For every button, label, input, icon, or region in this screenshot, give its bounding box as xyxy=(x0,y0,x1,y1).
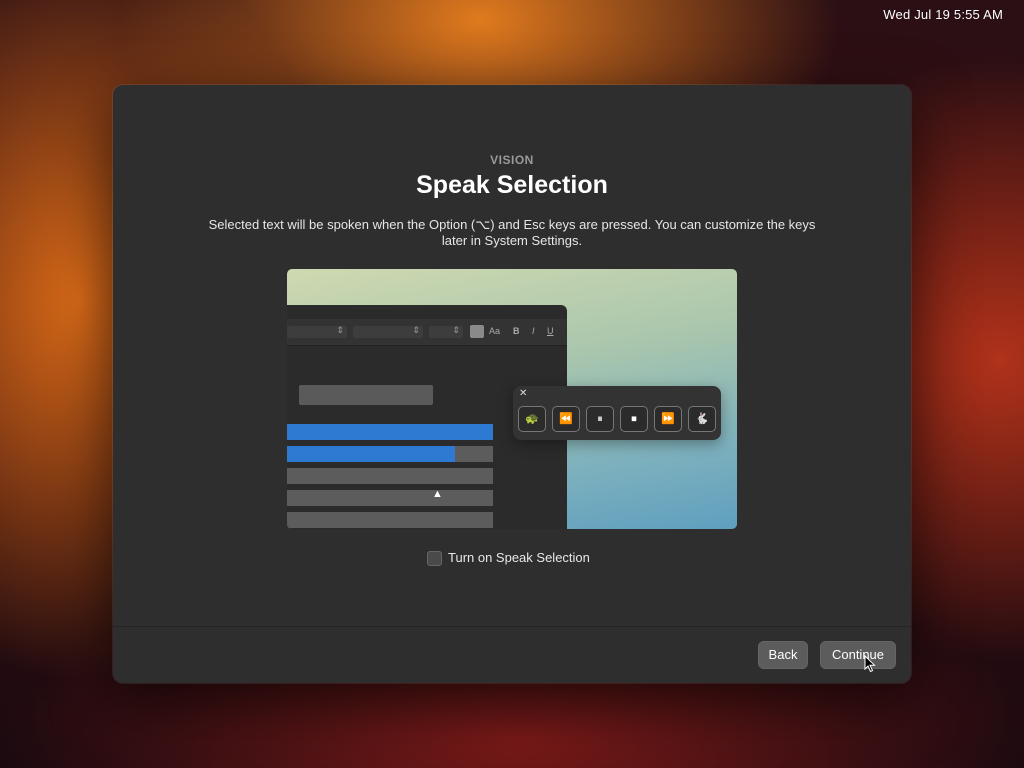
continue-button[interactable]: Continue xyxy=(820,641,896,669)
format-toolbar: ⇕ ⇕ ⇕ Aa B I U xyxy=(287,319,567,346)
stepper-icon: ⇕ xyxy=(336,325,344,335)
rewind-icon: ⏪ xyxy=(552,406,580,432)
font-size-field: ⇕ xyxy=(429,325,463,338)
text-placeholder-block xyxy=(299,385,433,405)
close-icon: ✕ xyxy=(519,388,528,399)
speak-selection-dialog: VISION Speak Selection Selected text wil… xyxy=(113,85,911,683)
bold-label: B xyxy=(513,326,520,336)
speak-selection-illustration: ⇕ ⇕ ⇕ Aa B I U ▲ ✕ 🐢 ⏪ ⏸ ⏹ ⏩ 🐇 xyxy=(287,269,737,529)
description-text: Selected text will be spoken when the Op… xyxy=(208,217,816,248)
text-line xyxy=(287,468,493,484)
pause-icon: ⏸ xyxy=(586,406,614,432)
italic-label: I xyxy=(532,326,535,336)
stepper-icon: ⇕ xyxy=(412,325,420,335)
selected-text-line xyxy=(287,446,493,462)
turtle-icon: 🐢 xyxy=(518,406,546,432)
checkbox-label[interactable]: Turn on Speak Selection xyxy=(448,550,590,565)
font-style-field: ⇕ xyxy=(353,325,423,338)
font-family-field: ⇕ xyxy=(287,325,347,338)
color-swatch xyxy=(470,325,484,338)
selected-text-line xyxy=(287,424,493,440)
font-size-label: Aa xyxy=(489,326,501,336)
rabbit-icon: 🐇 xyxy=(688,406,716,432)
speech-controller: ✕ 🐢 ⏪ ⏸ ⏹ ⏩ 🐇 xyxy=(513,386,721,440)
stepper-icon: ⇕ xyxy=(452,325,460,335)
back-button[interactable]: Back xyxy=(758,641,808,669)
unselected-remainder xyxy=(455,446,493,462)
stop-icon: ⏹ xyxy=(620,406,648,432)
page-title: Speak Selection xyxy=(416,171,608,199)
speak-selection-checkbox[interactable] xyxy=(427,551,442,566)
underline-label: U xyxy=(547,326,554,336)
mouse-pointer-icon xyxy=(864,655,876,673)
footer-divider xyxy=(113,626,911,627)
text-line xyxy=(287,512,493,528)
mouse-cursor-icon: ▲ xyxy=(432,488,443,500)
section-eyebrow: VISION xyxy=(490,153,534,167)
text-line xyxy=(287,490,493,506)
fast-forward-icon: ⏩ xyxy=(654,406,682,432)
menubar-clock[interactable]: Wed Jul 19 5:55 AM xyxy=(883,7,1003,22)
